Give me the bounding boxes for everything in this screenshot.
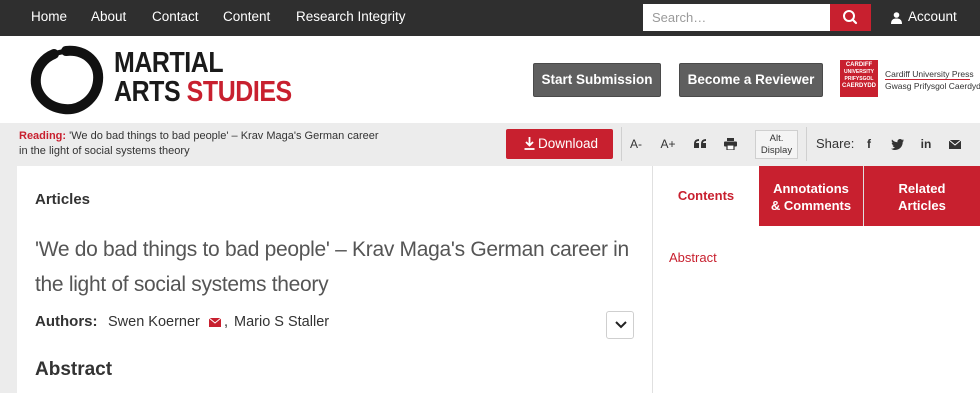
tab-annotations-line-1: Annotations <box>773 181 849 196</box>
account-label: Account <box>908 9 957 24</box>
side-panel: Contents Annotations & Comments Related … <box>653 166 980 393</box>
alt-display-button[interactable]: Alt. Display <box>755 130 798 159</box>
article-panel: Articles 'We do bad things to bad people… <box>17 166 653 393</box>
expand-authors-button[interactable] <box>606 311 634 339</box>
nav-content[interactable]: Content <box>223 0 270 36</box>
article-toolbar: Reading: 'We do bad things to bad people… <box>0 123 980 166</box>
press-name-welsh: Gwasg Prifysgol Caerdydd <box>885 81 980 91</box>
logo-arts: ARTS <box>114 76 181 108</box>
chevron-down-icon <box>615 321 627 329</box>
divider <box>806 127 807 161</box>
top-navigation: Home About Contact Content Research Inte… <box>0 0 980 36</box>
tab-related-articles[interactable]: Related Articles <box>864 166 980 226</box>
user-icon <box>891 12 902 24</box>
cardiff-badge-line-4: CAERDYDD <box>841 83 876 89</box>
reading-title: 'We do bad things to bad people' – Krav … <box>19 130 379 157</box>
tab-related-line-2: Articles <box>898 198 946 213</box>
download-icon <box>524 137 535 150</box>
article-title: 'We do bad things to bad people' – Krav … <box>35 238 629 296</box>
author-swen-koerner[interactable]: Swen Koerner <box>108 314 200 330</box>
abstract-heading: Abstract <box>35 359 113 380</box>
contents-link-abstract[interactable]: Abstract <box>669 250 717 265</box>
email-icon[interactable] <box>947 129 963 159</box>
tab-annotations-comments[interactable]: Annotations & Comments <box>759 166 864 226</box>
download-label: Download <box>538 136 599 151</box>
press-divider <box>885 79 970 80</box>
logo-studies: STUDIES <box>186 76 293 108</box>
cardiff-university-logo[interactable]: CARDIFF UNIVERSITY PRIFYSGOL CAERDYDD <box>840 60 878 97</box>
become-reviewer-button[interactable]: Become a Reviewer <box>679 63 823 97</box>
cardiff-badge-line-2: UNIVERSITY <box>843 69 874 75</box>
author-mario-staller[interactable]: Mario S Staller <box>234 314 329 330</box>
quote-icon <box>694 139 706 148</box>
nav-research-integrity[interactable]: Research Integrity <box>296 0 406 36</box>
reading-indicator: Reading: 'We do bad things to bad people… <box>19 129 389 159</box>
linkedin-icon[interactable]: in <box>918 129 934 159</box>
tab-contents[interactable]: Contents <box>653 166 759 226</box>
divider <box>621 127 622 161</box>
nav-about[interactable]: About <box>91 0 126 36</box>
site-header: MARTIAL ARTS STUDIES Start Submission Be… <box>0 36 980 123</box>
cardiff-badge-line-1: CARDIFF <box>845 62 873 68</box>
enso-circle-logo-icon[interactable] <box>26 43 106 117</box>
font-increase-button[interactable]: A+ <box>656 129 680 159</box>
search-button[interactable] <box>830 4 871 31</box>
author-separator: , <box>224 314 229 330</box>
print-button[interactable] <box>720 129 740 159</box>
search-input[interactable] <box>643 4 831 31</box>
authors-label: Authors: <box>35 313 98 330</box>
search-icon <box>843 10 858 25</box>
reading-label: Reading: <box>19 130 67 142</box>
logo-line-1: MARTIAL <box>114 47 224 79</box>
start-submission-button[interactable]: Start Submission <box>533 63 661 97</box>
search-box <box>643 4 871 31</box>
cite-button[interactable] <box>690 129 710 159</box>
press-name: Cardiff University Press Gwasg Prifysgol… <box>885 69 980 91</box>
share-label: Share: <box>816 136 855 151</box>
font-decrease-button[interactable]: A- <box>626 129 646 159</box>
author-email-icon[interactable] <box>209 318 221 327</box>
print-icon <box>723 138 737 151</box>
journal-logo[interactable]: MARTIAL ARTS STUDIES <box>114 49 292 107</box>
section-label[interactable]: Articles <box>35 191 90 208</box>
nav-contact[interactable]: Contact <box>152 0 199 36</box>
cardiff-badge-line-3: PRIFYSGOL <box>844 76 874 82</box>
download-button[interactable]: Download <box>506 129 613 159</box>
tab-annotations-line-2: & Comments <box>770 198 852 213</box>
press-name-english: Cardiff University Press <box>885 69 974 79</box>
nav-home[interactable]: Home <box>31 0 67 36</box>
tab-related-line-1: Related <box>898 181 946 196</box>
twitter-icon[interactable] <box>889 129 905 159</box>
facebook-icon[interactable]: f <box>861 129 877 159</box>
